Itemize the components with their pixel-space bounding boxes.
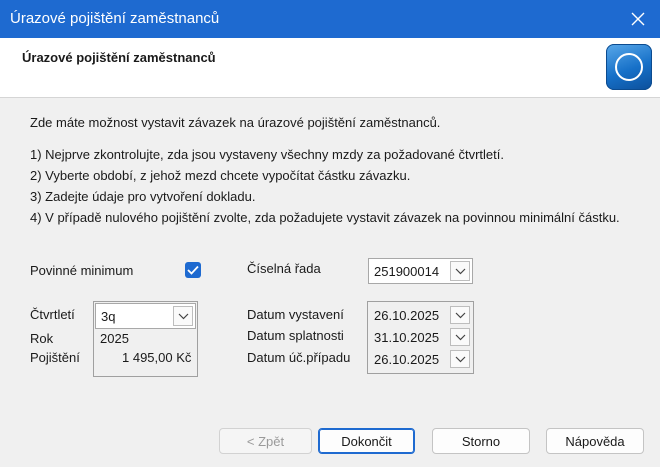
chevron-down-icon [178, 313, 188, 319]
minimum-label: Povinné minimum [30, 263, 134, 278]
issue-date-label: Datum vystavení [247, 307, 344, 322]
due-date-dropdown-button[interactable] [450, 328, 470, 346]
wizard-header: Úrazové pojištění zaměstnanců [0, 38, 660, 98]
quarter-dropdown-button[interactable] [173, 306, 193, 326]
accounting-date-value: 26.10.2025 [374, 352, 440, 367]
step-2: 2) Vyberte období, z jehož mezd chcete v… [30, 168, 411, 183]
series-dropdown-button[interactable] [450, 261, 470, 281]
minimum-checkbox[interactable] [185, 262, 201, 278]
help-button[interactable]: Nápověda [546, 428, 644, 454]
intro-text: Zde máte možnost vystavit závazek na úra… [30, 115, 441, 130]
year-label: Rok [30, 331, 54, 346]
chevron-down-icon [455, 356, 465, 362]
quarter-label: Čtvrtletí [30, 307, 75, 322]
due-date-label: Datum splatnosti [247, 328, 344, 343]
issue-date-value: 26.10.2025 [374, 308, 440, 323]
due-date-value: 31.10.2025 [374, 330, 440, 345]
back-button[interactable]: < Zpět [219, 428, 312, 454]
series-combo[interactable]: 251900014 [368, 258, 473, 284]
quarter-combo[interactable]: 3q [95, 303, 196, 329]
year-value: 2025 [100, 331, 129, 346]
title-bar: Úrazové pojištění zaměstnanců [0, 0, 660, 38]
accounting-date-picker[interactable]: 26.10.2025 [368, 347, 473, 370]
page-title: Úrazové pojištění zaměstnanců [22, 50, 216, 65]
chevron-down-icon [455, 268, 465, 274]
finish-button[interactable]: Dokončit [318, 428, 415, 454]
step-3: 3) Zadejte údaje pro vytvoření dokladu. [30, 189, 256, 204]
series-value: 251900014 [374, 264, 440, 279]
chevron-down-icon [455, 312, 465, 318]
due-date-picker[interactable]: 31.10.2025 [368, 325, 473, 348]
insurance-value: 1 495,00 Kč [122, 350, 192, 365]
issue-date-picker[interactable]: 26.10.2025 [368, 303, 473, 326]
window-title: Úrazové pojištění zaměstnanců [10, 10, 220, 27]
close-button[interactable] [616, 0, 660, 38]
cancel-button[interactable]: Storno [432, 428, 530, 454]
step-1: 1) Nejprve zkontrolujte, zda jsou vystav… [30, 147, 504, 162]
close-icon [631, 12, 645, 26]
chevron-down-icon [455, 334, 465, 340]
issue-date-dropdown-button[interactable] [450, 306, 470, 324]
accounting-date-dropdown-button[interactable] [450, 350, 470, 368]
wizard-body: Zde máte možnost vystavit závazek na úra… [0, 98, 660, 467]
app-logo-icon [606, 44, 652, 90]
insurance-label: Pojištění [30, 350, 80, 365]
series-label: Číselná řada [247, 261, 321, 276]
step-4: 4) V případě nulového pojištění zvolte, … [30, 210, 620, 225]
quarter-value: 3q [101, 309, 116, 324]
accounting-date-label: Datum úč.případu [247, 350, 351, 365]
check-icon [187, 265, 199, 275]
